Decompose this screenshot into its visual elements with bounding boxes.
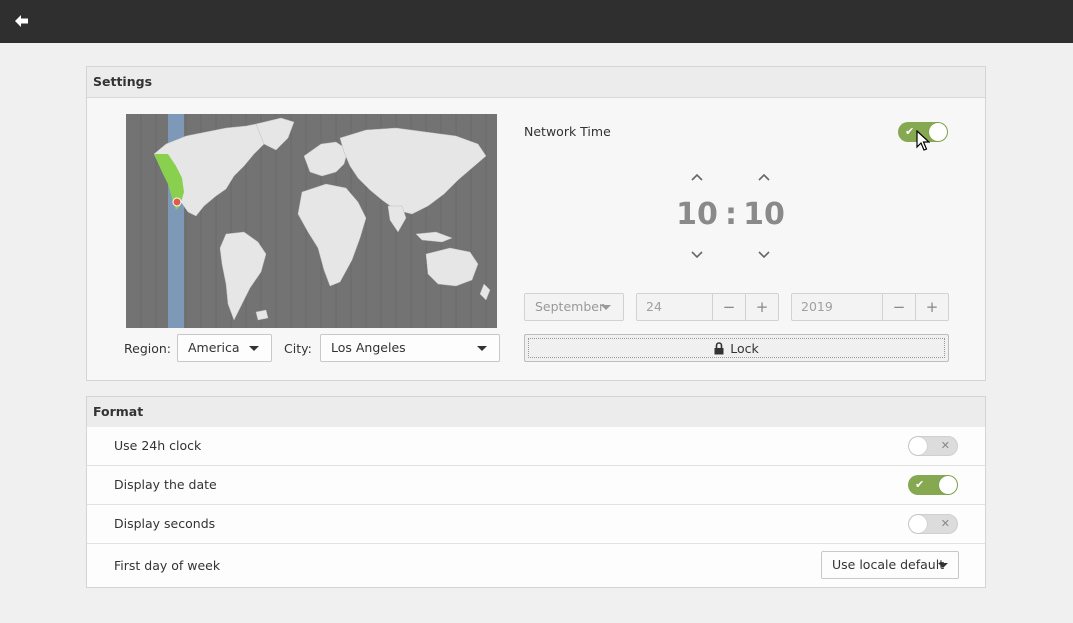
chevron-down-icon <box>601 305 611 310</box>
chevron-down-icon <box>691 251 703 259</box>
region-value: America <box>188 340 240 355</box>
toggle-knob <box>909 515 927 533</box>
chevron-up-icon <box>758 173 770 181</box>
hour-down-button[interactable] <box>689 249 705 261</box>
check-icon: ✔ <box>915 478 925 491</box>
chevron-down-icon <box>249 346 259 351</box>
day-decrement-button[interactable]: − <box>712 294 745 320</box>
minute-down-button[interactable] <box>756 249 772 261</box>
format-header: Format <box>87 397 985 428</box>
first-day-dropdown[interactable]: Use locale default <box>821 551 959 579</box>
hour-value: 10 <box>676 197 718 232</box>
format-section: Format Use 24h clock ✕ Display the date … <box>86 396 986 588</box>
settings-section: Settings Region: America City: Los Angel… <box>86 66 986 381</box>
year-increment-button[interactable]: + <box>915 294 948 320</box>
toggle-knob <box>909 437 927 455</box>
minute-up-button[interactable] <box>756 171 772 183</box>
chevron-up-icon <box>691 173 703 181</box>
year-spinner[interactable]: 2019 − + <box>791 293 949 321</box>
setting-row-24h-clock: Use 24h clock ✕ <box>87 427 985 466</box>
time-separator: : <box>725 197 737 232</box>
day-spinner[interactable]: 24 − + <box>636 293 779 321</box>
month-value: September <box>535 299 605 314</box>
display-seconds-toggle[interactable]: ✕ <box>908 514 958 534</box>
minute-value: 10 <box>743 197 785 232</box>
day-value[interactable]: 24 <box>637 294 712 320</box>
first-day-value: Use locale default <box>832 557 945 572</box>
setting-row-display-date: Display the date ✔ <box>87 466 985 505</box>
top-bar <box>0 0 1073 43</box>
lock-button[interactable]: Lock <box>524 334 949 362</box>
region-label: Region: <box>124 341 172 356</box>
year-value[interactable]: 2019 <box>792 294 882 320</box>
cross-icon: ✕ <box>940 517 950 530</box>
network-time-label: Network Time <box>524 124 611 139</box>
cross-icon: ✕ <box>940 439 950 452</box>
region-dropdown[interactable]: America <box>177 334 272 362</box>
year-decrement-button[interactable]: − <box>882 294 915 320</box>
24h-clock-toggle[interactable]: ✕ <box>908 436 958 456</box>
city-label: City: <box>284 341 312 356</box>
chevron-down-icon <box>938 563 948 568</box>
lock-label: Lock <box>730 340 759 356</box>
month-dropdown[interactable]: September <box>524 293 624 321</box>
toggle-knob <box>929 123 947 141</box>
display-date-toggle[interactable]: ✔ <box>908 475 958 495</box>
lock-icon <box>714 341 724 354</box>
settings-header: Settings <box>87 67 985 98</box>
row-label: Display the date <box>114 477 217 492</box>
back-arrow-icon <box>15 15 28 27</box>
chevron-down-icon <box>758 251 770 259</box>
row-label: Use 24h clock <box>114 438 202 453</box>
chevron-down-icon <box>477 346 487 351</box>
mouse-cursor-icon <box>916 130 930 151</box>
setting-row-display-seconds: Display seconds ✕ <box>87 505 985 544</box>
back-button[interactable] <box>12 11 32 31</box>
world-map-image <box>126 114 497 328</box>
city-value: Los Angeles <box>331 340 406 355</box>
row-label: First day of week <box>114 558 221 573</box>
city-dropdown[interactable]: Los Angeles <box>320 334 500 362</box>
check-icon: ✔ <box>905 125 915 138</box>
row-label: Display seconds <box>114 516 216 531</box>
lock-button-content: Lock <box>528 338 945 358</box>
timezone-map[interactable] <box>126 114 497 328</box>
toggle-knob <box>939 476 957 494</box>
setting-row-first-day: First day of week Use locale default <box>87 544 985 587</box>
day-increment-button[interactable]: + <box>745 294 778 320</box>
hour-up-button[interactable] <box>689 171 705 183</box>
